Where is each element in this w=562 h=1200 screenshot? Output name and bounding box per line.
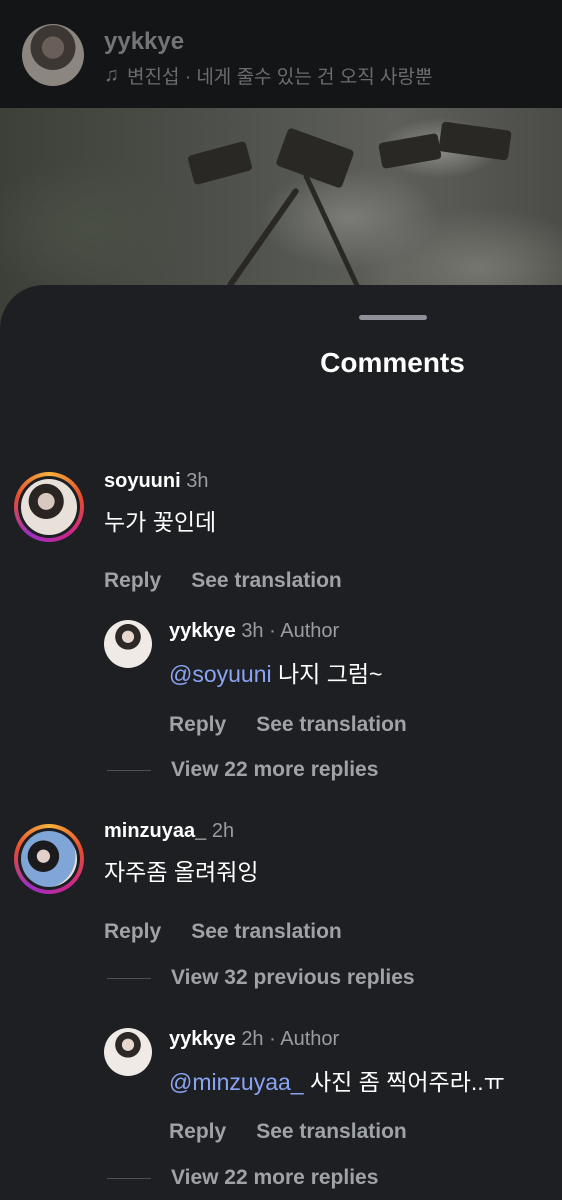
comment-actions: Reply See translation: [104, 569, 342, 593]
reply-time: 2h: [241, 1028, 264, 1050]
divider-line: [107, 769, 151, 771]
story-avatar[interactable]: [22, 24, 84, 86]
reply-button[interactable]: Reply: [104, 920, 161, 943]
story-header: yykkye ♫ 변진섭 · 네게 줄수 있는 건 오직 사랑뿐: [0, 0, 562, 108]
divider-line: [107, 1177, 151, 1179]
reply-header: yykkye 3h · Author: [169, 620, 339, 643]
reply-text: @soyuuni 나지 그럼~: [169, 661, 383, 687]
reply-username[interactable]: yykkye: [169, 620, 236, 642]
view-more-label: View 22 more replies: [171, 1166, 379, 1189]
see-translation-button[interactable]: See translation: [256, 1120, 407, 1143]
comment-time: 2h: [211, 820, 235, 842]
view-more-replies-button[interactable]: View 22 more replies: [107, 758, 378, 782]
comment-username[interactable]: soyuuni: [104, 470, 181, 492]
comment-header: minzuyaa_ 2h: [104, 820, 234, 843]
view-more-label: View 22 more replies: [171, 758, 379, 781]
reply-text: @minzuyaa_ 사진 좀 찍어주라..ㅠ: [169, 1069, 505, 1095]
reply-username[interactable]: yykkye: [169, 1028, 236, 1050]
story-username[interactable]: yykkye: [104, 28, 184, 56]
reply-button[interactable]: Reply: [169, 1120, 226, 1143]
mention-link[interactable]: @soyuuni: [169, 661, 272, 687]
reply-header: yykkye 2h · Author: [169, 1028, 339, 1051]
comment-header: soyuuni 3h: [104, 470, 208, 493]
comment-username[interactable]: minzuyaa_: [104, 820, 206, 842]
sheet-grabber[interactable]: [359, 315, 427, 320]
reply-time: 3h: [241, 620, 264, 642]
view-previous-replies-button[interactable]: View 32 previous replies: [107, 966, 415, 990]
comments-title: Comments: [320, 347, 465, 378]
author-badge: · Author: [269, 620, 340, 642]
comment-text: 자주좀 올려줘잉: [104, 859, 259, 885]
view-previous-label: View 32 previous replies: [171, 966, 415, 989]
story-music-info[interactable]: ♫ 변진섭 · 네게 줄수 있는 건 오직 사랑뿐: [104, 62, 432, 89]
reply-actions: Reply See translation: [169, 1120, 407, 1144]
see-translation-button[interactable]: See translation: [256, 713, 407, 736]
reply-actions: Reply See translation: [169, 713, 407, 737]
music-note-icon: ♫: [104, 64, 119, 86]
avatar[interactable]: [104, 620, 152, 668]
see-translation-button[interactable]: See translation: [191, 569, 342, 592]
comment-time: 3h: [186, 470, 209, 492]
comment-actions: Reply See translation: [104, 920, 342, 944]
view-more-replies-button[interactable]: View 22 more replies: [107, 1166, 378, 1190]
avatar[interactable]: [14, 824, 84, 894]
see-translation-button[interactable]: See translation: [191, 920, 342, 943]
author-badge: · Author: [269, 1028, 340, 1050]
reply-button[interactable]: Reply: [169, 713, 226, 736]
avatar[interactable]: [14, 472, 84, 542]
reply-button[interactable]: Reply: [104, 569, 161, 592]
comment-text: 누가 꽃인데: [104, 509, 217, 535]
story-music-text: 변진섭 · 네게 줄수 있는 건 오직 사랑뿐: [127, 67, 433, 88]
avatar[interactable]: [104, 1028, 152, 1076]
mention-link[interactable]: @minzuyaa_: [169, 1069, 304, 1095]
divider-line: [107, 977, 151, 979]
